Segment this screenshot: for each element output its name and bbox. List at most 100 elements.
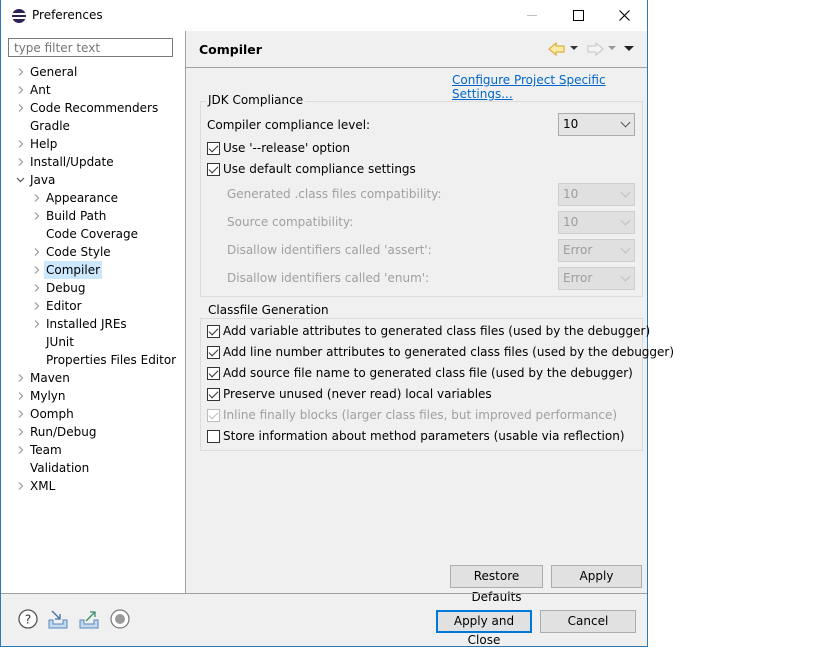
chevron-right-icon[interactable] — [31, 261, 41, 279]
export-icon[interactable] — [78, 608, 100, 630]
chevron-right-icon[interactable] — [15, 477, 25, 495]
maximize-button[interactable] — [555, 0, 601, 31]
tree-item-label: General — [30, 65, 78, 79]
classfile-option-label: Add variable attributes to generated cla… — [223, 324, 651, 338]
apply-and-close-button[interactable]: Apply and Close — [436, 610, 532, 647]
tree-item-label: Maven — [30, 371, 70, 385]
tree-item-label: Mylyn — [30, 389, 66, 403]
help-icon[interactable]: ? — [17, 608, 39, 630]
back-history-dropdown[interactable] — [570, 46, 578, 50]
tree-item-label: Team — [30, 443, 62, 457]
chevron-right-icon[interactable] — [31, 189, 41, 207]
chevron-down-icon — [620, 271, 631, 282]
chevron-down-icon[interactable] — [15, 171, 25, 189]
tree-item-label: Run/Debug — [30, 425, 97, 439]
classfile-option-checkbox[interactable] — [207, 325, 220, 338]
configure-project-settings-link[interactable]: Configure Project Specific Settings... — [452, 73, 647, 101]
close-button[interactable] — [601, 0, 647, 31]
chevron-right-icon[interactable] — [15, 63, 25, 81]
chevron-right-icon[interactable] — [15, 153, 25, 171]
close-icon — [618, 10, 630, 21]
compliance-setting-label: Generated .class files compatibility: — [227, 187, 442, 201]
chevron-right-icon[interactable] — [15, 387, 25, 405]
back-arrow-icon[interactable] — [548, 42, 566, 56]
compliance-level-select[interactable]: 10 — [558, 113, 635, 136]
tree-item-label: Appearance — [46, 191, 119, 205]
classfile-option-checkbox[interactable] — [207, 367, 220, 380]
filter-input[interactable] — [8, 38, 173, 57]
title-bar: Preferences — [1, 0, 647, 31]
tree-item-label: Code Coverage — [46, 227, 139, 241]
chevron-down-icon — [620, 187, 631, 198]
compliance-setting-value: Error — [563, 271, 593, 285]
tree-item-label: Debug — [46, 281, 86, 295]
tree-item-label: XML — [30, 479, 56, 493]
chevron-right-icon[interactable] — [31, 279, 41, 297]
chevron-right-icon[interactable] — [15, 81, 25, 99]
tree-item-label: Installed JREs — [46, 317, 127, 331]
classfile-option-label: Store information about method parameter… — [223, 429, 625, 443]
compliance-level-value: 10 — [563, 117, 579, 131]
record-icon[interactable] — [109, 608, 131, 630]
default-compliance-checkbox[interactable] — [207, 163, 220, 176]
page-header: Compiler — [186, 31, 647, 68]
compliance-setting-select[interactable]: Error — [558, 267, 635, 290]
tree-item-label: Gradle — [30, 119, 70, 133]
classfile-option-checkbox[interactable] — [207, 409, 220, 422]
classfile-option-label: Preserve unused (never read) local varia… — [223, 387, 492, 401]
minimize-icon — [527, 15, 537, 16]
apply-button[interactable]: Apply — [551, 565, 642, 588]
release-option-checkbox[interactable] — [207, 142, 220, 155]
forward-arrow-icon[interactable] — [586, 42, 604, 56]
tree-item-label: Install/Update — [30, 155, 114, 169]
eclipse-icon — [12, 9, 26, 23]
compliance-setting-label: Disallow identifiers called 'assert': — [227, 243, 432, 257]
classfile-option-label: Add line number attributes to generated … — [223, 345, 675, 359]
chevron-down-icon — [620, 117, 631, 128]
compliance-setting-label: Source compatibility: — [227, 215, 354, 229]
chevron-right-icon[interactable] — [31, 297, 41, 315]
chevron-right-icon[interactable] — [15, 441, 25, 459]
chevron-right-icon[interactable] — [15, 405, 25, 423]
chevron-down-icon — [620, 243, 631, 254]
tree-item-label: Ant — [30, 83, 51, 97]
chevron-down-icon — [620, 215, 631, 226]
classfile-generation-title: Classfile Generation — [206, 303, 331, 317]
chevron-right-icon[interactable] — [15, 99, 25, 117]
compliance-setting-label: Disallow identifiers called 'enum': — [227, 271, 430, 285]
compliance-setting-select[interactable]: Error — [558, 239, 635, 262]
tree-item-label: Oomph — [30, 407, 74, 421]
minimize-button[interactable] — [509, 0, 555, 31]
import-icon[interactable] — [47, 608, 69, 630]
jdk-compliance-title: JDK Compliance — [206, 93, 306, 107]
tree-item-label: Compiler — [44, 261, 103, 279]
chevron-right-icon[interactable] — [15, 369, 25, 387]
classfile-option-checkbox[interactable] — [207, 346, 220, 359]
classfile-option-label: Add source file name to generated class … — [223, 366, 633, 380]
chevron-right-icon[interactable] — [15, 135, 25, 153]
chevron-right-icon[interactable] — [31, 207, 41, 225]
chevron-right-icon[interactable] — [31, 243, 41, 261]
compliance-setting-select[interactable]: 10 — [558, 183, 635, 206]
classfile-option-checkbox[interactable] — [207, 430, 220, 443]
tree-item-label: Validation — [30, 461, 90, 475]
compliance-level-label: Compiler compliance level: — [207, 118, 371, 132]
tree-item-label: Properties Files Editor — [46, 353, 177, 367]
tree-item-label: Code Recommenders — [30, 101, 159, 115]
tree-item-label: JUnit — [46, 335, 74, 349]
cancel-button[interactable]: Cancel — [540, 610, 636, 633]
svg-text:?: ? — [25, 613, 31, 627]
splitter[interactable] — [185, 31, 186, 593]
compliance-setting-value: 10 — [563, 215, 579, 229]
tree-item-label: Build Path — [46, 209, 107, 223]
forward-history-dropdown[interactable] — [608, 46, 616, 50]
release-option-label: Use '--release' option — [223, 141, 351, 155]
chevron-right-icon[interactable] — [15, 423, 25, 441]
view-menu-icon[interactable] — [624, 46, 634, 51]
compliance-setting-value: Error — [563, 243, 593, 257]
chevron-right-icon[interactable] — [31, 315, 41, 333]
tree-item-label: Java — [30, 173, 56, 187]
restore-defaults-button[interactable]: Restore Defaults — [450, 565, 543, 604]
classfile-option-checkbox[interactable] — [207, 388, 220, 401]
compliance-setting-select[interactable]: 10 — [558, 211, 635, 234]
